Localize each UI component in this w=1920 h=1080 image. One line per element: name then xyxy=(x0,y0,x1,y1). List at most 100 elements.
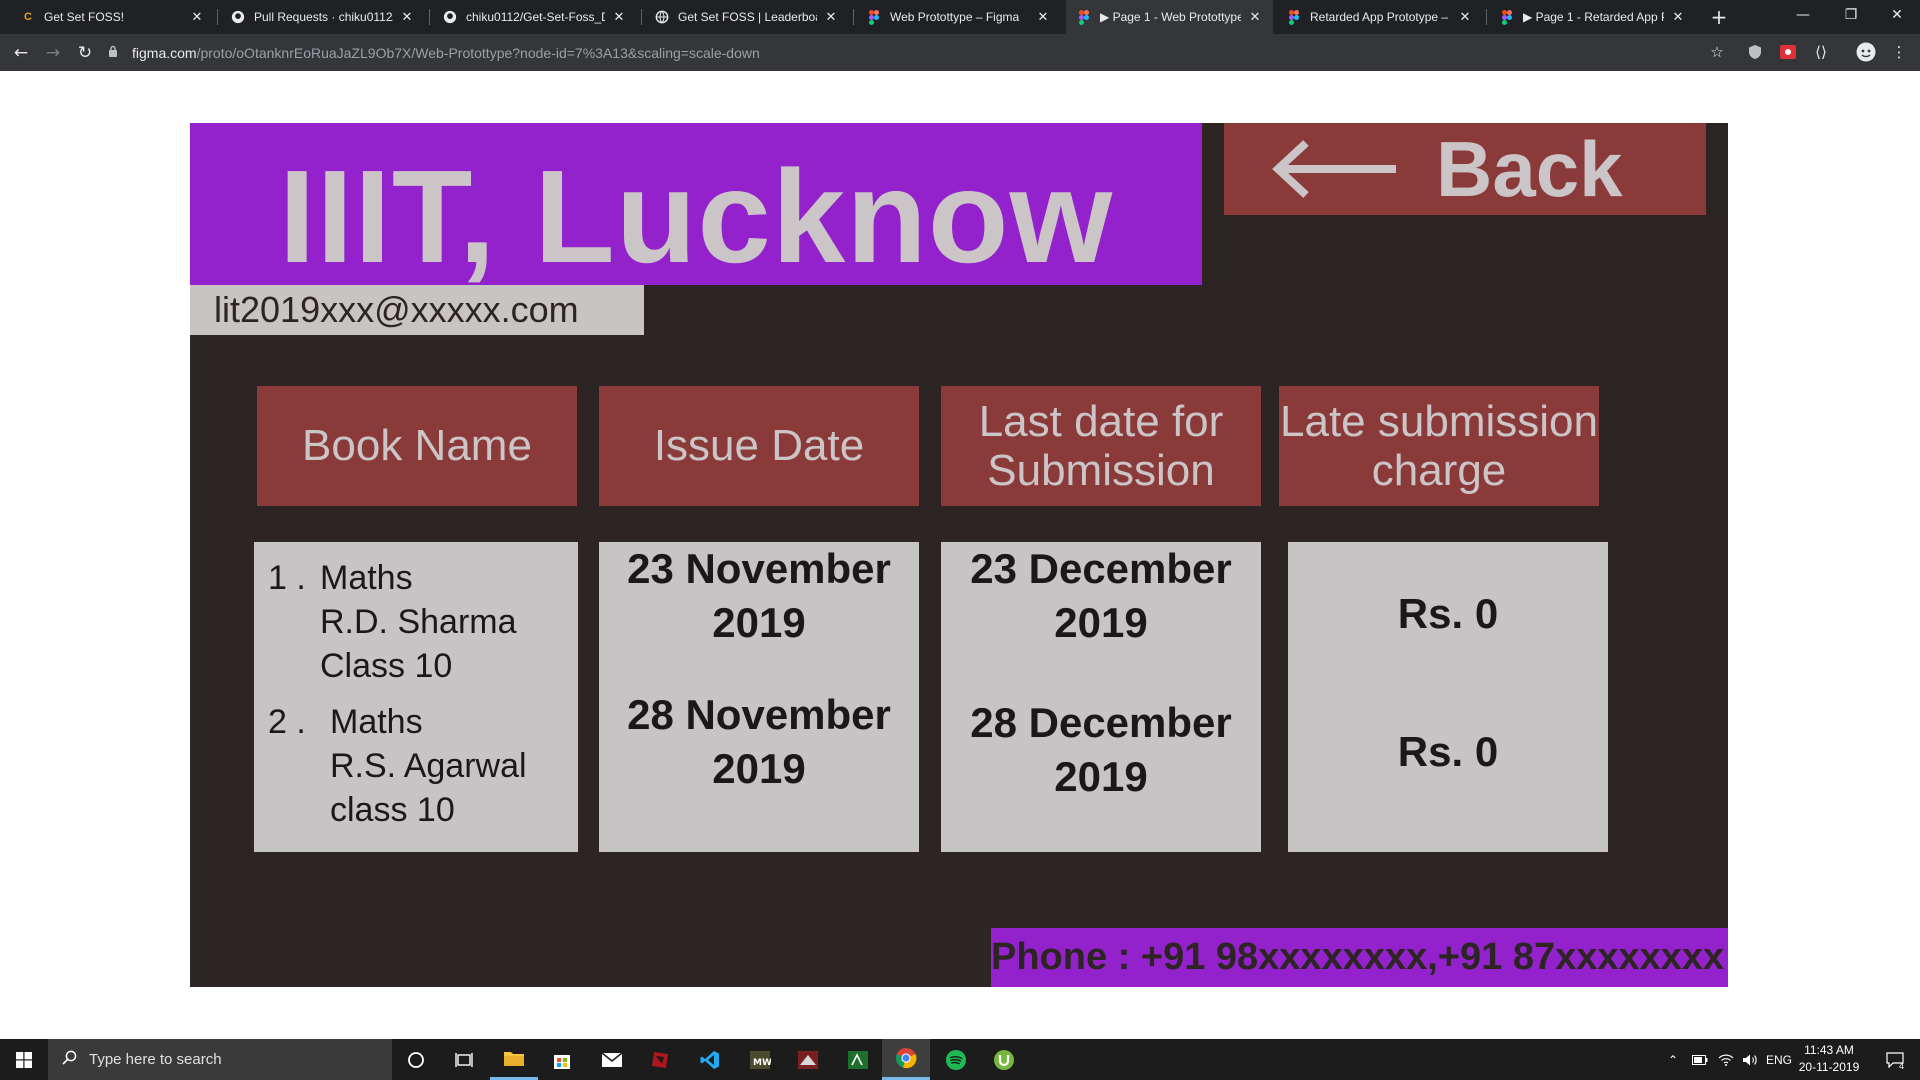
bookmark-star-icon[interactable]: ☆ xyxy=(1706,41,1728,63)
cortana-icon[interactable] xyxy=(392,1039,440,1080)
task-view-icon[interactable] xyxy=(440,1039,488,1080)
chrome-icon[interactable] xyxy=(882,1039,930,1080)
close-icon[interactable]: ✕ xyxy=(1457,9,1473,25)
tab-separator xyxy=(217,9,218,25)
taskbar-search[interactable]: Type here to search xyxy=(48,1039,392,1080)
header-late-charge: Late submission charge xyxy=(1279,386,1599,506)
cell-last-dates: 23 December 2019 28 December 2019 xyxy=(941,542,1261,852)
figma-icon xyxy=(1286,9,1302,25)
notification-count: 4 xyxy=(1899,1061,1905,1071)
figma-icon xyxy=(1076,9,1092,25)
taskbar-clock[interactable]: 11:43 AM 20-11-2019 xyxy=(1794,1042,1864,1076)
header-issue-date: Issue Date xyxy=(599,386,919,506)
last-date-2: 28 December 2019 xyxy=(970,699,1232,800)
book-entry: 2 . Maths R.S. Agarwal class 10 xyxy=(268,700,527,832)
cell-late-charges: Rs. 0 Rs. 0 xyxy=(1288,542,1608,852)
close-icon[interactable]: ✕ xyxy=(1670,9,1686,25)
clock-time: 11:43 AM xyxy=(1804,1043,1854,1057)
menu-icon[interactable]: ⋮ xyxy=(1888,41,1910,63)
tab-get-set-foss[interactable]: C Get Set FOSS! ✕ xyxy=(10,0,215,34)
book-subject: Maths xyxy=(320,559,413,597)
phone-bar: Phone : +91 98xxxxxxxx,+91 87xxxxxxxx xyxy=(991,928,1728,987)
search-placeholder: Type here to search xyxy=(89,1051,222,1068)
email-box: lit2019xxx@xxxxx.com xyxy=(190,285,644,335)
volume-icon[interactable] xyxy=(1742,1039,1758,1080)
github-icon xyxy=(230,9,246,25)
address-bar[interactable]: figma.com/proto/oOtanknrEoRuaJaZL9Ob7X/W… xyxy=(108,38,1728,67)
book-class: class 10 xyxy=(330,791,455,829)
phone-text: Phone : +91 98xxxxxxxx,+91 87xxxxxxxx xyxy=(991,936,1725,978)
cell-issue-dates: 23 November 2019 28 November 2019 xyxy=(599,542,919,852)
issue-date-1: 23 November 2019 xyxy=(627,545,891,646)
store-icon[interactable] xyxy=(538,1039,586,1080)
arrow-left-icon xyxy=(1272,140,1396,198)
tab-separator xyxy=(1486,9,1487,25)
mw-app-icon[interactable]: MW xyxy=(736,1039,784,1080)
wifi-icon[interactable] xyxy=(1718,1039,1734,1080)
notification-center[interactable]: 4 xyxy=(1880,1039,1910,1080)
tab-page1-retarded-app[interactable]: ▶ Page 1 - Retarded App Pr ✕ xyxy=(1489,0,1696,34)
figma-icon xyxy=(1499,9,1515,25)
show-hidden-icons[interactable]: ⌃ xyxy=(1668,1039,1678,1080)
back-button[interactable]: Back xyxy=(1224,123,1706,215)
new-tab-button[interactable]: + xyxy=(1707,0,1731,34)
header-last-date: Last date for Submission xyxy=(941,386,1261,506)
svg-text:MW: MW xyxy=(753,1058,771,1068)
minimize-button[interactable]: — xyxy=(1780,0,1826,30)
close-icon[interactable]: ✕ xyxy=(1035,9,1051,25)
tab-retarded-app-prototype[interactable]: Retarded App Prototype – F ✕ xyxy=(1276,0,1483,34)
reload-icon[interactable]: ↻ xyxy=(72,40,98,66)
page-title: IIIT, Lucknow xyxy=(278,143,1114,290)
close-window-button[interactable]: ✕ xyxy=(1874,0,1920,30)
book-author: R.S. Agarwal xyxy=(330,747,527,785)
ruby-app-icon[interactable] xyxy=(636,1039,684,1080)
record-extension-icon[interactable] xyxy=(1777,41,1799,63)
forward-nav-icon[interactable]: → xyxy=(40,40,66,66)
spreadsheet-app-icon[interactable] xyxy=(834,1039,882,1080)
user-email: lit2019xxx@xxxxx.com xyxy=(214,289,579,330)
book-entry: 1 . Maths R.D. Sharma Class 10 xyxy=(268,556,517,688)
battery-icon[interactable] xyxy=(1692,1039,1708,1080)
tab-leaderboard[interactable]: Get Set FOSS | Leaderboard ✕ xyxy=(644,0,849,34)
back-nav-icon[interactable]: ← xyxy=(8,40,34,66)
tab-web-prototype-figma[interactable]: Web Protottype – Figma ✕ xyxy=(856,0,1061,34)
close-icon[interactable]: ✕ xyxy=(399,9,415,25)
github-icon xyxy=(442,9,458,25)
utorrent-icon[interactable] xyxy=(980,1039,1028,1080)
close-icon[interactable]: ✕ xyxy=(189,9,205,25)
restore-button[interactable]: ❐ xyxy=(1828,0,1874,30)
file-explorer-icon[interactable] xyxy=(490,1039,538,1080)
windows-logo-icon xyxy=(16,1051,32,1068)
back-button-label: Back xyxy=(1436,124,1623,213)
spotify-icon[interactable] xyxy=(932,1039,980,1080)
close-icon[interactable]: ✕ xyxy=(823,9,839,25)
tab-page1-web-prototype[interactable]: ▶ Page 1 - Web Protottype ✕ xyxy=(1066,0,1273,34)
game-app-icon[interactable] xyxy=(784,1039,832,1080)
prototype-frame: IIIT, Lucknow Back lit2019xxx@xxxxx.com … xyxy=(190,123,1728,987)
issue-date-2: 28 November 2019 xyxy=(627,691,891,792)
language-indicator[interactable]: ENG xyxy=(1766,1039,1792,1080)
shield-extension-icon[interactable] xyxy=(1744,41,1766,63)
close-icon[interactable]: ✕ xyxy=(611,9,627,25)
profile-avatar-icon[interactable] xyxy=(1855,41,1877,63)
cell-book-names: 1 . Maths R.D. Sharma Class 10 2 . Maths… xyxy=(254,542,578,852)
title-banner: IIIT, Lucknow xyxy=(190,123,1202,285)
prototype-viewport: IIIT, Lucknow Back lit2019xxx@xxxxx.com … xyxy=(0,71,1920,1039)
close-icon[interactable]: ✕ xyxy=(1247,9,1263,25)
vscode-icon[interactable] xyxy=(686,1039,734,1080)
windows-taskbar: Type here to search MW ⌃ ENG 11:43 AM 20… xyxy=(0,1039,1920,1080)
browser-tab-strip: C Get Set FOSS! ✕ Pull Requests · chiku0… xyxy=(0,0,1920,34)
mail-icon[interactable] xyxy=(588,1039,636,1080)
last-date-1: 23 December 2019 xyxy=(970,545,1232,646)
book-subject: Maths xyxy=(330,703,423,741)
start-button[interactable] xyxy=(0,1039,48,1080)
clock-date: 20-11-2019 xyxy=(1798,1060,1860,1074)
globe-icon xyxy=(654,9,670,25)
codechef-icon: C xyxy=(24,11,32,23)
tab-pull-requests[interactable]: Pull Requests · chiku0112/G ✕ xyxy=(220,0,425,34)
tab-repo[interactable]: chiku0112/Get-Set-Foss_De ✕ xyxy=(432,0,637,34)
extension-icon[interactable]: ⟨⟩ xyxy=(1810,41,1832,63)
charge-1: Rs. 0 xyxy=(1397,590,1499,637)
lock-icon xyxy=(108,45,124,60)
book-author: R.D. Sharma xyxy=(320,603,517,641)
